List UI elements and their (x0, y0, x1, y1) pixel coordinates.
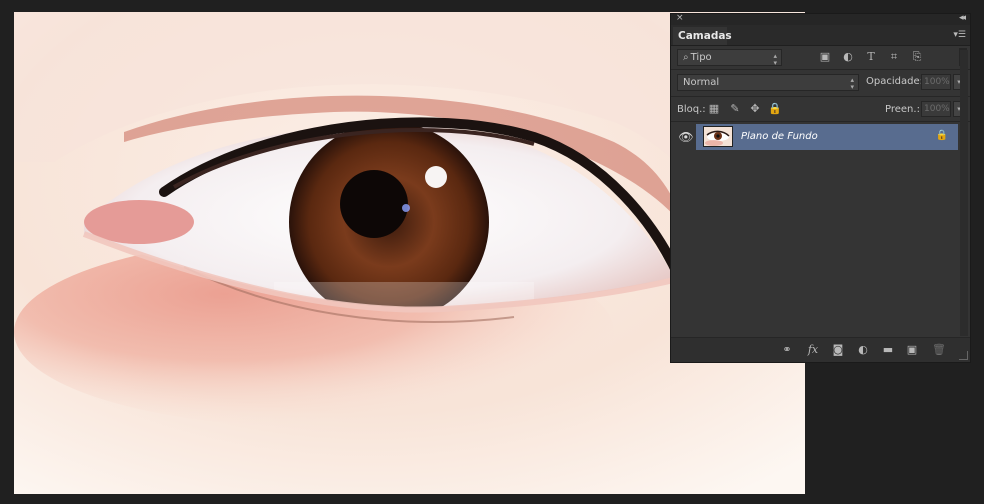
opacity-label: Opacidade: (866, 76, 923, 87)
fill-label: Preen.: (885, 104, 920, 115)
visibility-eye-icon[interactable]: 👁 (676, 124, 696, 150)
delete-layer-trash-icon[interactable]: 🗑 (931, 342, 947, 358)
new-adjustment-layer-icon[interactable]: ◐ (855, 342, 871, 358)
layer-lock-icon[interactable]: 🔒 (936, 130, 948, 141)
filter-type-layer-icon[interactable]: T (864, 50, 878, 64)
divider (671, 69, 970, 70)
link-layers-icon[interactable]: ⚭ (779, 342, 795, 358)
panel-title-bar: × ◂◂ (671, 13, 970, 25)
add-mask-icon[interactable]: ◙ (830, 342, 846, 358)
filter-pixel-layer-icon[interactable]: ▣ (818, 50, 832, 64)
divider (671, 96, 970, 97)
filter-shape-layer-icon[interactable]: ⌗ (887, 50, 901, 64)
lock-all-icon[interactable]: 🔒 (768, 102, 782, 116)
filter-adjustment-layer-icon[interactable]: ◐ (841, 50, 855, 64)
blend-mode-dropdown[interactable]: Normal ▴ ▾ (677, 74, 859, 91)
lock-label: Bloq.: (677, 104, 706, 115)
filter-kind-label: Tipo (690, 52, 712, 63)
layers-panel: × ◂◂ Camadas ▾☰ ⌕ Tipo ▴ ▾ ▣ ◐ T ⌗ ⎘ Norma… (670, 13, 971, 363)
layers-scrollbar[interactable] (960, 50, 968, 336)
layer-style-fx-icon[interactable]: fx (805, 342, 821, 358)
resize-grip[interactable] (959, 351, 968, 360)
lock-transparent-pixels-icon[interactable]: ▦ (707, 102, 721, 116)
filter-smart-object-icon[interactable]: ⎘ (910, 50, 924, 64)
fill-input[interactable]: 100% (921, 101, 951, 117)
tab-layers[interactable]: Camadas (673, 27, 732, 45)
layer-thumbnail (703, 126, 733, 147)
chevron-updown-icon: ▴ ▾ (773, 52, 777, 67)
lock-image-pixels-icon[interactable]: ✎ (728, 102, 742, 116)
new-layer-icon[interactable]: ▣ (904, 342, 920, 358)
photoshop-workspace: × ◂◂ Camadas ▾☰ ⌕ Tipo ▴ ▾ ▣ ◐ T ⌗ ⎘ Norma… (0, 0, 984, 504)
chevron-updown-icon: ▴ ▾ (850, 76, 854, 91)
blend-mode-value: Normal (683, 77, 720, 88)
layer-name[interactable]: Plano de Fundo (741, 124, 818, 150)
lock-position-icon[interactable]: ✥ (748, 102, 762, 116)
layer-row-background[interactable]: 👁 Plano de Fundo 🔒 (676, 124, 958, 150)
panel-menu-icon[interactable]: ▾☰ (953, 30, 966, 40)
new-group-folder-icon[interactable]: ▬ (880, 342, 896, 358)
layer-thumbnail-image (704, 127, 732, 146)
search-icon: ⌕ (683, 52, 689, 63)
filter-kind-dropdown[interactable]: ⌕ Tipo ▴ ▾ (677, 49, 782, 67)
divider (671, 121, 970, 122)
opacity-input[interactable]: 100% (921, 74, 951, 90)
panel-bottom-toolbar: ⚭ fx ◙ ◐ ▬ ▣ 🗑 (671, 337, 970, 362)
close-icon[interactable]: × (676, 13, 684, 24)
collapse-icon[interactable]: ◂◂ (959, 13, 966, 24)
panel-tab-row: Camadas ▾☰ (671, 25, 970, 46)
